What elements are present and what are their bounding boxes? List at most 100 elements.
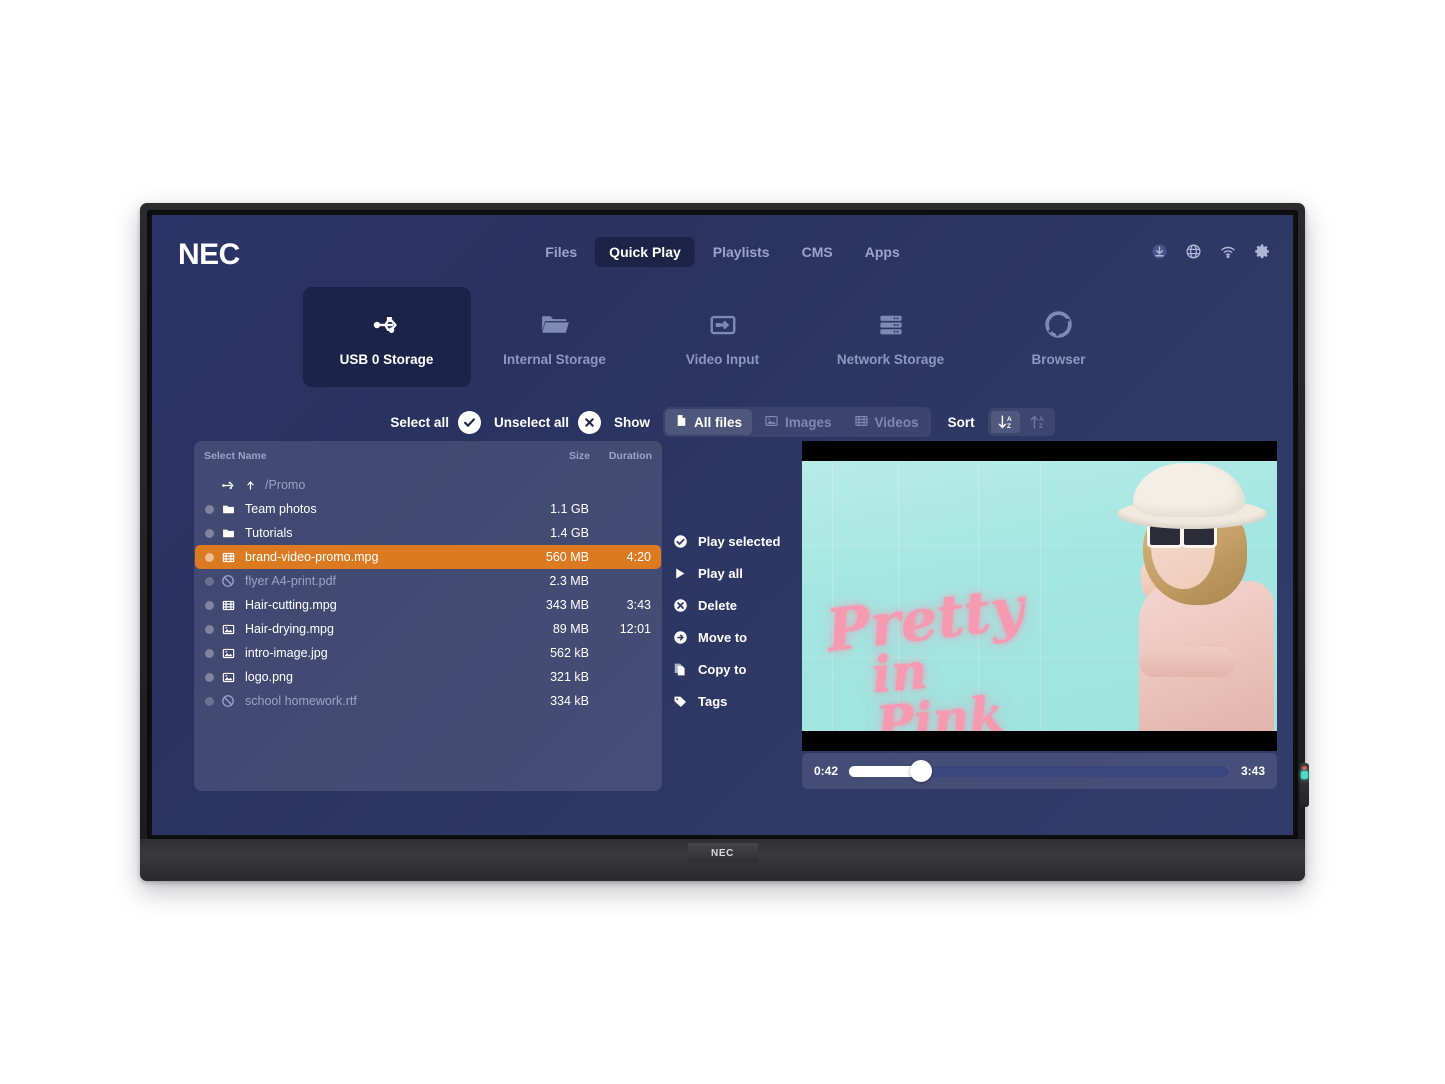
seek-thumb[interactable]: [910, 760, 933, 782]
gear-icon[interactable]: [1254, 243, 1271, 260]
globe-icon[interactable]: [1185, 243, 1202, 260]
source-tile-browser[interactable]: Browser: [975, 287, 1143, 387]
source-tile-video-input[interactable]: Video Input: [639, 287, 807, 387]
nav-item-apps[interactable]: Apps: [851, 237, 914, 267]
source-label: Video Input: [685, 351, 760, 367]
blocked-icon: [221, 574, 238, 588]
row-select-toggle: [205, 696, 214, 706]
table-row-selected[interactable]: brand-video-promo.mpg 560 MB 4:20: [195, 545, 661, 569]
action-play-all[interactable]: Play all: [672, 557, 802, 589]
action-delete[interactable]: Delete: [672, 589, 802, 621]
action-move-to[interactable]: Move to: [672, 621, 802, 653]
file-name: intro-image.jpg: [245, 646, 328, 660]
source-tile-internal-storage[interactable]: Internal Storage: [471, 287, 639, 387]
breadcrumb-row[interactable]: /Promo: [195, 473, 661, 497]
wifi-icon[interactable]: [1219, 243, 1237, 260]
table-row[interactable]: Hair-cutting.mpg 343 MB 3:43: [195, 593, 661, 617]
usb-icon: [221, 478, 238, 493]
action-tags[interactable]: Tags: [672, 685, 802, 717]
chrome-browser-icon: [1044, 308, 1073, 342]
nav-item-playlists[interactable]: Playlists: [699, 237, 784, 267]
filter-all-files[interactable]: All files: [665, 409, 753, 435]
filter-label: All files: [694, 414, 743, 430]
column-duration: Duration: [608, 450, 652, 462]
row-select-toggle: [205, 576, 214, 586]
row-select-toggle[interactable]: [205, 600, 214, 610]
file-name: Hair-cutting.mpg: [245, 598, 337, 612]
video-poster-frame: Pretty in Pink: [802, 461, 1277, 731]
file-size: 562 kB: [550, 646, 589, 660]
nav-item-quick-play[interactable]: Quick Play: [595, 237, 695, 267]
video-viewport[interactable]: Pretty in Pink: [802, 441, 1277, 751]
arrow-circle-icon: [672, 630, 688, 645]
file-list-panel: Select Name Size Duration /Promo Team ph…: [194, 441, 662, 791]
table-row[interactable]: logo.png 321 kB: [195, 665, 661, 689]
file-duration: 3:43: [626, 598, 651, 612]
file-name: flyer A4-print.pdf: [245, 574, 337, 588]
source-tile-usb-0-storage[interactable]: USB 0 Storage: [302, 287, 471, 387]
row-select-toggle[interactable]: [205, 624, 214, 634]
file-size: 560 MB: [545, 550, 589, 564]
file-duration: 4:20: [626, 550, 651, 564]
nav-item-cms[interactable]: CMS: [788, 237, 847, 267]
sort-ascending-button[interactable]: AZ: [1023, 411, 1052, 433]
table-row: school homework.rtf 334 kB: [195, 689, 661, 713]
unselect-all-button[interactable]: [578, 410, 601, 434]
table-row: flyer A4-print.pdf 2.3 MB: [195, 569, 661, 593]
film-icon: [221, 599, 238, 612]
row-select-toggle[interactable]: [205, 552, 214, 562]
source-label: Browser: [1031, 351, 1086, 367]
action-menu: Play selected Play all Delete Move to Co…: [672, 525, 802, 717]
row-select-toggle[interactable]: [205, 648, 214, 658]
table-row[interactable]: Tutorials 1.4 GB: [195, 521, 661, 545]
svg-text:Z: Z: [1038, 423, 1042, 430]
table-row[interactable]: intro-image.jpg 562 kB: [195, 641, 661, 665]
source-tiles: USB 0 Storage Internal Storage Video Inp…: [152, 287, 1293, 387]
chin-logo-tab: NEC: [687, 843, 758, 863]
action-play-selected[interactable]: Play selected: [672, 525, 802, 557]
status-led: [1300, 763, 1309, 807]
file-type-filter-group: All files Images Videos: [663, 407, 931, 437]
image-icon: [764, 414, 779, 431]
poster-headline: Pretty in Pink: [823, 573, 1046, 731]
progress-remaining: [921, 765, 1230, 777]
server-rack-icon: [876, 308, 906, 342]
folder-icon: [539, 308, 570, 342]
source-label: Network Storage: [836, 351, 945, 367]
file-list-header: Select Name Size Duration: [194, 441, 662, 467]
filter-label: Images: [785, 414, 832, 430]
tag-icon: [672, 694, 688, 709]
table-row[interactable]: Team photos 1.1 GB: [195, 497, 661, 521]
usb-icon: [372, 308, 402, 342]
file-size: 343 MB: [545, 598, 589, 612]
action-label: Play all: [698, 565, 743, 581]
sort-descending-button[interactable]: AZ: [990, 411, 1020, 433]
row-select-toggle[interactable]: [205, 528, 214, 538]
file-size: 321 kB: [550, 670, 589, 684]
select-all-button[interactable]: [457, 410, 481, 434]
image-icon: [221, 671, 238, 684]
seek-slider[interactable]: [849, 760, 1230, 782]
filter-videos[interactable]: Videos: [844, 410, 929, 435]
screenshot-root: NEC Files Quick Play Playlists CMS Apps: [0, 0, 1445, 1084]
action-label: Play selected: [698, 533, 781, 549]
file-name: Tutorials: [245, 526, 293, 540]
table-row[interactable]: Hair-drying.mpg 89 MB 12:01: [195, 617, 661, 641]
source-tile-network-storage[interactable]: Network Storage: [807, 287, 975, 387]
row-select-toggle[interactable]: [205, 504, 214, 514]
playback-controls: 0:42 3:43: [802, 753, 1277, 789]
show-label: Show: [614, 414, 650, 430]
download-icon[interactable]: [1151, 243, 1168, 260]
nec-display-monitor: NEC Files Quick Play Playlists CMS Apps: [140, 203, 1309, 881]
file-size: 1.4 GB: [550, 526, 589, 540]
row-select-toggle[interactable]: [205, 672, 214, 682]
nav-item-files[interactable]: Files: [531, 237, 591, 267]
action-copy-to[interactable]: Copy to: [672, 653, 802, 685]
current-time: 0:42: [814, 764, 839, 778]
level-up-icon[interactable]: [245, 478, 258, 492]
x-circle-icon: [672, 598, 688, 613]
action-label: Copy to: [698, 661, 747, 677]
filter-images[interactable]: Images: [754, 410, 842, 435]
svg-text:Z: Z: [1006, 423, 1010, 430]
file-toolbar: Select all Unselect all Show All files I…: [152, 407, 1293, 437]
